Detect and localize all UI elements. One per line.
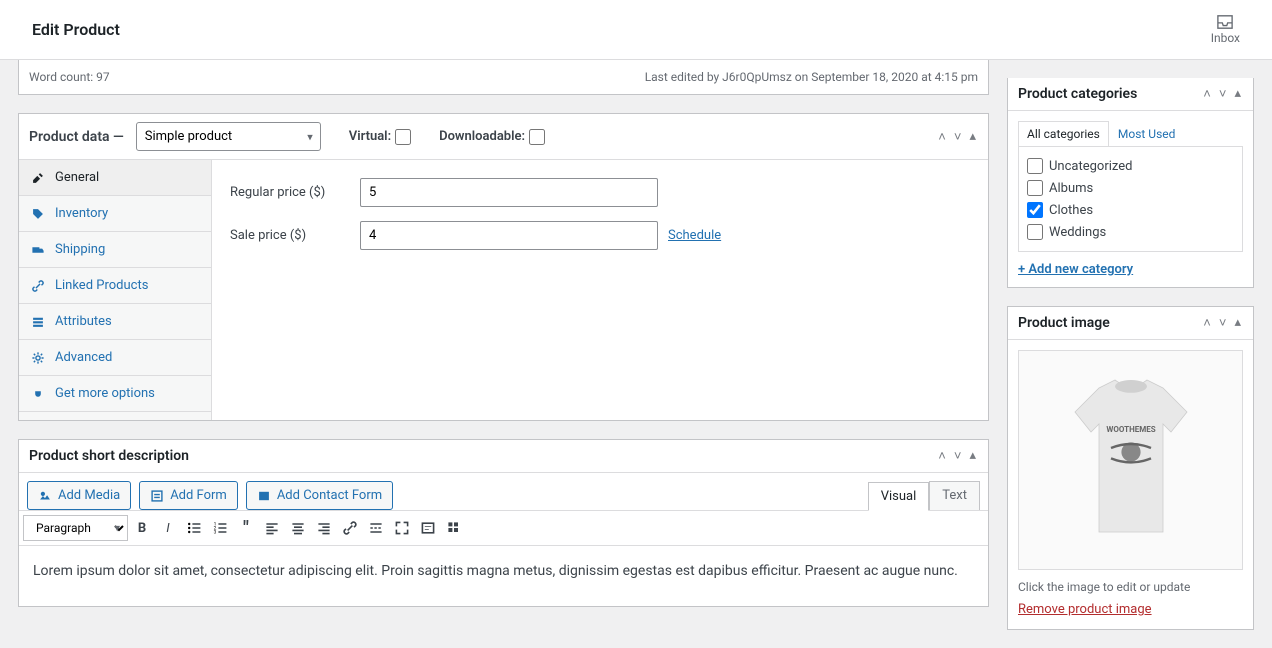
paragraph-select[interactable]: Paragraph: [23, 515, 128, 541]
panel-up-icon[interactable]: ˄: [1201, 86, 1213, 102]
contact-icon: [257, 489, 271, 503]
regular-price-input[interactable]: [360, 178, 658, 207]
distraction-free-button[interactable]: [416, 516, 440, 540]
panel-up-icon[interactable]: ˄: [936, 129, 948, 145]
clothes-checkbox[interactable]: [1027, 202, 1043, 218]
image-title: Product image: [1018, 315, 1110, 331]
weddings-checkbox[interactable]: [1027, 224, 1043, 240]
sale-price-input[interactable]: [360, 221, 658, 250]
quote-button[interactable]: ": [234, 516, 258, 540]
short-desc-title: Product short description: [29, 448, 189, 464]
albums-checkbox[interactable]: [1027, 180, 1043, 196]
product-type-select[interactable]: Simple product: [136, 122, 321, 151]
align-center-button[interactable]: [286, 516, 310, 540]
tab-linked-label: Linked Products: [55, 278, 148, 293]
gear-icon: [31, 351, 45, 365]
panel-collapse-icon[interactable]: ▴: [1232, 86, 1243, 102]
all-categories-tab[interactable]: All categories: [1018, 121, 1109, 146]
tab-linked[interactable]: Linked Products: [19, 268, 211, 303]
product-data-title: Product data —: [29, 129, 124, 145]
panel-up-icon[interactable]: ˄: [936, 448, 948, 464]
most-used-tab[interactable]: Most Used: [1109, 121, 1185, 146]
inbox-button[interactable]: Inbox: [1211, 14, 1240, 45]
truck-icon: [31, 243, 45, 257]
wrench-icon: [31, 171, 45, 185]
tab-shipping[interactable]: Shipping: [19, 232, 211, 267]
regular-price-label: Regular price ($): [230, 185, 360, 200]
panel-down-icon[interactable]: ˅: [1217, 86, 1229, 102]
svg-text:3: 3: [214, 530, 217, 536]
tab-more-label: Get more options: [55, 386, 155, 401]
media-icon: [38, 489, 52, 503]
add-contact-label: Add Contact Form: [277, 488, 382, 503]
downloadable-checkbox[interactable]: [529, 129, 545, 145]
inbox-icon: [1216, 14, 1234, 30]
add-contact-button[interactable]: Add Contact Form: [246, 481, 393, 510]
bullet-list-button[interactable]: [182, 516, 206, 540]
tab-shipping-label: Shipping: [55, 242, 105, 257]
svg-text:WOOTHEMES: WOOTHEMES: [1106, 425, 1155, 434]
align-right-button[interactable]: [312, 516, 336, 540]
virtual-label: Virtual:: [349, 129, 391, 144]
page-title: Edit Product: [32, 20, 120, 39]
visual-tab[interactable]: Visual: [868, 482, 930, 511]
number-list-button[interactable]: 123: [208, 516, 232, 540]
panel-down-icon[interactable]: ˅: [952, 129, 964, 145]
last-edited: Last edited by J6r0QpUmsz on September 1…: [645, 70, 978, 84]
word-count: Word count: 97: [29, 70, 110, 84]
schedule-link[interactable]: Schedule: [668, 228, 721, 243]
tshirt-icon: WOOTHEMES: [1051, 370, 1211, 550]
inbox-label: Inbox: [1211, 31, 1240, 45]
uncategorized-checkbox[interactable]: [1027, 158, 1043, 174]
panel-up-icon[interactable]: ˄: [1201, 315, 1213, 331]
tab-attributes[interactable]: Attributes: [19, 304, 211, 339]
add-media-label: Add Media: [58, 488, 120, 503]
add-form-button[interactable]: Add Form: [139, 481, 238, 510]
tab-more[interactable]: Get more options: [19, 376, 211, 411]
category-uncategorized[interactable]: Uncategorized: [1027, 155, 1234, 177]
align-left-button[interactable]: [260, 516, 284, 540]
link-icon: [31, 279, 45, 293]
tab-advanced[interactable]: Advanced: [19, 340, 211, 375]
tab-inventory-label: Inventory: [55, 206, 108, 221]
image-hint: Click the image to edit or update: [1018, 580, 1243, 594]
form-icon: [150, 489, 164, 503]
category-albums[interactable]: Albums: [1027, 177, 1234, 199]
panel-down-icon[interactable]: ˅: [1217, 315, 1229, 331]
add-form-label: Add Form: [170, 488, 227, 503]
add-category-link[interactable]: + Add new category: [1018, 262, 1243, 277]
product-image-thumbnail[interactable]: WOOTHEMES: [1018, 350, 1243, 570]
tab-advanced-label: Advanced: [55, 350, 112, 365]
category-weddings[interactable]: Weddings: [1027, 221, 1234, 243]
remove-image-link[interactable]: Remove product image: [1018, 602, 1243, 617]
panel-collapse-icon[interactable]: ▴: [967, 448, 978, 464]
virtual-checkbox[interactable]: [395, 129, 411, 145]
italic-button[interactable]: I: [156, 516, 180, 540]
tab-inventory[interactable]: Inventory: [19, 196, 211, 231]
toolbar-toggle-button[interactable]: [442, 516, 466, 540]
insert-more-button[interactable]: [364, 516, 388, 540]
tag-icon: [31, 207, 45, 221]
plug-icon: [31, 387, 45, 401]
sale-price-label: Sale price ($): [230, 228, 360, 243]
downloadable-label: Downloadable:: [439, 129, 525, 144]
bold-button[interactable]: B: [130, 516, 154, 540]
tab-attributes-label: Attributes: [55, 314, 112, 329]
link-button[interactable]: [338, 516, 362, 540]
text-tab[interactable]: Text: [929, 481, 980, 510]
panel-collapse-icon[interactable]: ▴: [1232, 315, 1243, 331]
editor-content[interactable]: Lorem ipsum dolor sit amet, consectetur …: [19, 546, 988, 606]
panel-collapse-icon[interactable]: ▴: [967, 129, 978, 145]
panel-down-icon[interactable]: ˅: [952, 448, 964, 464]
add-media-button[interactable]: Add Media: [27, 481, 131, 510]
tab-general[interactable]: General: [19, 160, 211, 195]
fullscreen-button[interactable]: [390, 516, 414, 540]
category-clothes[interactable]: Clothes: [1027, 199, 1234, 221]
list-icon: [31, 315, 45, 329]
tab-general-label: General: [55, 170, 99, 185]
categories-title: Product categories: [1018, 86, 1137, 102]
